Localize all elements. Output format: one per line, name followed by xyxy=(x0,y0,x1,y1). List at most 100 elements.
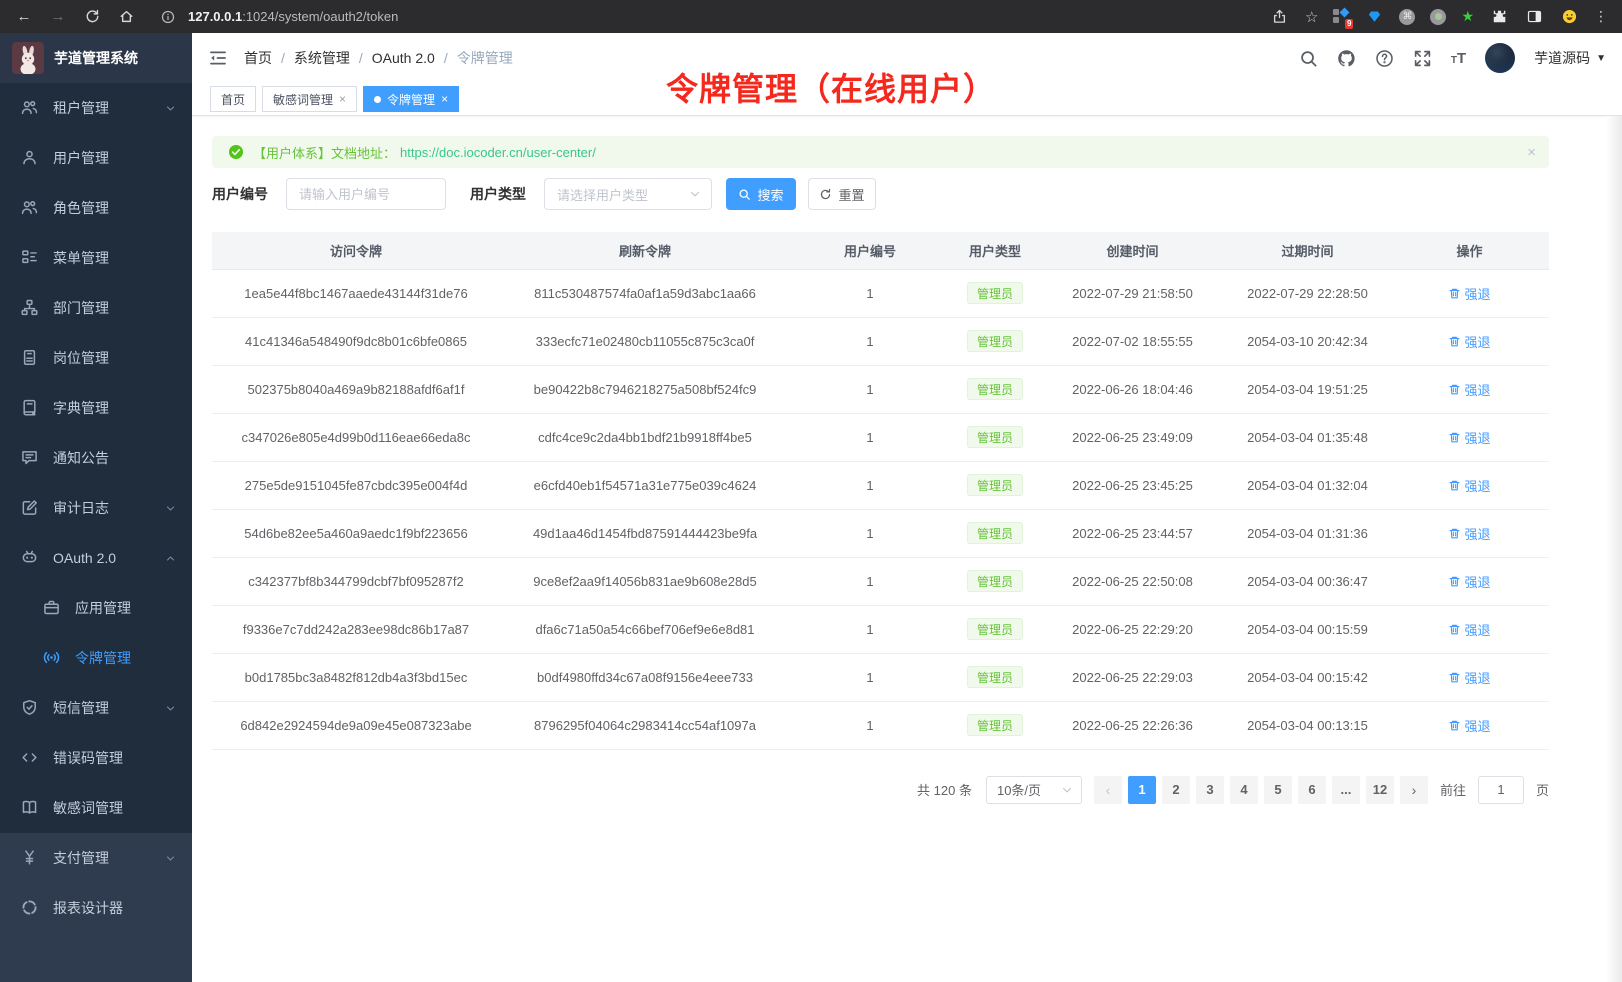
page-button-2[interactable]: 2 xyxy=(1162,776,1190,804)
force-logout-link[interactable]: 强退 xyxy=(1448,332,1490,351)
doc-link[interactable]: https://doc.iocoder.cn/user-center/ xyxy=(400,145,596,160)
sidebar-item-payment-management[interactable]: 支付管理 xyxy=(0,833,192,883)
next-page-button[interactable]: › xyxy=(1400,776,1428,804)
sidebar-item-label: 审计日志 xyxy=(53,498,109,518)
page-button-3[interactable]: 3 xyxy=(1196,776,1224,804)
sidebar-item-dict-management[interactable]: 字典管理 xyxy=(0,383,192,433)
breadcrumb-item[interactable]: 系统管理 xyxy=(294,48,350,68)
action-cell: 强退 xyxy=(1390,509,1549,557)
sidebar-item-notice-announcement[interactable]: 通知公告 xyxy=(0,433,192,483)
app-logo-row[interactable]: 芋道管理系统 xyxy=(0,33,192,83)
address-bar[interactable]: 127.0.0.1:1024/system/oauth2/token xyxy=(158,9,1270,24)
page-button-4[interactable]: 4 xyxy=(1230,776,1258,804)
profile-avatar-icon[interactable] xyxy=(1559,9,1579,24)
user-avatar[interactable] xyxy=(1485,43,1515,73)
tab-home[interactable]: 首页 xyxy=(210,86,256,112)
sidebar-item-audit-log[interactable]: 审计日志 xyxy=(0,483,192,533)
alert-close-icon[interactable]: × xyxy=(1527,144,1536,161)
browser-reload-icon[interactable] xyxy=(82,9,102,24)
github-icon[interactable] xyxy=(1337,49,1356,68)
star-extension-icon[interactable]: ★ xyxy=(1461,8,1474,25)
sidebar-item-dept-management[interactable]: 部门管理 xyxy=(0,283,192,333)
force-logout-link[interactable]: 强退 xyxy=(1448,668,1490,687)
page-button-12[interactable]: 12 xyxy=(1366,776,1394,804)
breadcrumb-item[interactable]: 首页 xyxy=(244,48,272,68)
token-table: 访问令牌刷新令牌用户编号用户类型创建时间过期时间操作 1ea5e44f8bc14… xyxy=(212,232,1549,750)
action-cell: 强退 xyxy=(1390,653,1549,701)
browser-menu-icon[interactable]: ⋮ xyxy=(1594,8,1608,25)
force-logout-link[interactable]: 强退 xyxy=(1448,716,1490,735)
puzzle-extensions-icon[interactable] xyxy=(1489,9,1509,24)
force-logout-link[interactable]: 强退 xyxy=(1448,620,1490,639)
bookmark-star-icon[interactable]: ☆ xyxy=(1305,8,1318,26)
force-logout-link[interactable]: 强退 xyxy=(1448,428,1490,447)
page-button-1[interactable]: 1 xyxy=(1128,776,1156,804)
action-cell: 强退 xyxy=(1390,413,1549,461)
site-info-icon[interactable] xyxy=(158,10,178,24)
gem-extension-icon[interactable] xyxy=(1364,9,1384,24)
content-scrollbar[interactable] xyxy=(1606,116,1622,982)
sms-shield-icon xyxy=(21,699,39,717)
sidebar-item-role-management[interactable]: 角色管理 xyxy=(0,183,192,233)
search-button[interactable]: 搜索 xyxy=(726,178,796,210)
user-type-cell: 管理员 xyxy=(950,605,1040,653)
command-extension-icon[interactable]: ⌘ xyxy=(1399,9,1415,25)
sidebar-item-report-designer[interactable]: 报表设计器 xyxy=(0,883,192,933)
sidebar-item-post-management[interactable]: 岗位管理 xyxy=(0,333,192,383)
chevron-down-icon: ▼ xyxy=(1596,53,1606,64)
table-row: 54d6be82ee5a460a9aedc1f9bf22365649d1aa46… xyxy=(212,509,1549,557)
sidebar-item-sensitive-word-management[interactable]: 敏感词管理 xyxy=(0,783,192,833)
force-logout-link[interactable]: 强退 xyxy=(1448,284,1490,303)
sidebar-item-user-management[interactable]: 用户管理 xyxy=(0,133,192,183)
sidebar-item-token-management[interactable]: 令牌管理 xyxy=(0,633,192,683)
sidebar-item-menu-management[interactable]: 菜单管理 xyxy=(0,233,192,283)
tab-close-icon[interactable]: × xyxy=(339,93,346,105)
sidebar-item-label: 菜单管理 xyxy=(53,248,109,268)
share-icon[interactable] xyxy=(1270,9,1290,24)
breadcrumb-separator: / xyxy=(444,50,448,66)
table-header-cell: 用户类型 xyxy=(950,232,1040,269)
force-logout-link[interactable]: 强退 xyxy=(1448,572,1490,591)
user-dropdown[interactable]: 芋道源码 ▼ xyxy=(1534,48,1606,68)
user-id-input[interactable] xyxy=(286,178,446,210)
org-chart-icon xyxy=(21,299,39,317)
search-icon[interactable] xyxy=(1299,49,1318,68)
sidebar-item-app-management[interactable]: 应用管理 xyxy=(0,583,192,633)
sidebar-item-oauth2[interactable]: OAuth 2.0 xyxy=(0,533,192,583)
created-time-cell: 2022-06-25 23:49:09 xyxy=(1040,413,1225,461)
side-panel-icon[interactable] xyxy=(1524,9,1544,24)
force-logout-link[interactable]: 强退 xyxy=(1448,476,1490,495)
tab-token[interactable]: 令牌管理× xyxy=(363,86,459,112)
page-button-5[interactable]: 5 xyxy=(1264,776,1292,804)
browser-home-icon[interactable] xyxy=(116,9,136,24)
page-button-6[interactable]: 6 xyxy=(1298,776,1326,804)
sidebar-item-sms-management[interactable]: 短信管理 xyxy=(0,683,192,733)
sidebar-bottom-menu: 支付管理报表设计器 xyxy=(0,833,192,933)
extension-grid-icon[interactable]: 9 xyxy=(1333,9,1349,25)
fullscreen-icon[interactable] xyxy=(1413,49,1432,68)
user-type-tag: 管理员 xyxy=(967,570,1023,592)
sidebar-item-label: 敏感词管理 xyxy=(53,798,123,818)
help-question-icon[interactable] xyxy=(1375,49,1394,68)
user-type-select[interactable]: 请选择用户类型 xyxy=(544,178,712,210)
tab-sensitive-word[interactable]: 敏感词管理× xyxy=(262,86,357,112)
prev-page-button[interactable]: ‹ xyxy=(1094,776,1122,804)
browser-back-icon[interactable]: ← xyxy=(14,8,34,25)
table-header-cell: 刷新令牌 xyxy=(500,232,790,269)
sidebar-item-label: 错误码管理 xyxy=(53,748,123,768)
breadcrumb-item[interactable]: OAuth 2.0 xyxy=(372,50,435,66)
tab-close-icon[interactable]: × xyxy=(441,93,448,105)
sidebar-item-error-code-management[interactable]: 错误码管理 xyxy=(0,733,192,783)
sidebar-item-tenant-management[interactable]: 租户管理 xyxy=(0,83,192,133)
record-extension-icon[interactable] xyxy=(1430,9,1446,25)
user-type-cell: 管理员 xyxy=(950,413,1040,461)
page-size-select[interactable]: 10条/页 xyxy=(986,776,1082,804)
page-ellipsis-button[interactable]: ... xyxy=(1332,776,1360,804)
font-size-icon[interactable]: TT xyxy=(1451,50,1466,67)
browser-forward-icon[interactable]: → xyxy=(48,8,68,25)
force-logout-link[interactable]: 强退 xyxy=(1448,380,1490,399)
sidebar-fold-icon[interactable] xyxy=(208,48,228,68)
goto-page-input[interactable] xyxy=(1478,776,1524,804)
reset-button[interactable]: 重置 xyxy=(808,178,876,210)
force-logout-link[interactable]: 强退 xyxy=(1448,524,1490,543)
